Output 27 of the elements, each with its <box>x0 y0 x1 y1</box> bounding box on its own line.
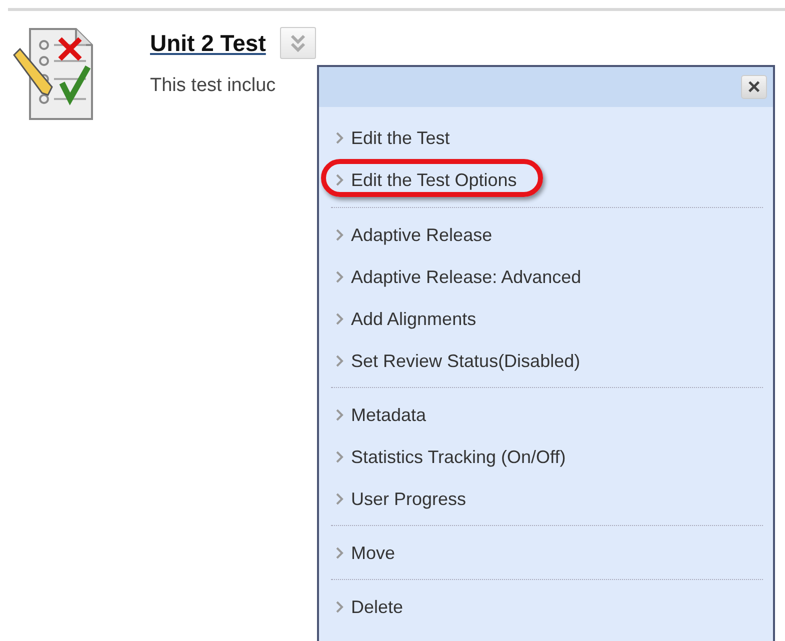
menu-item[interactable]: Adaptive Release <box>331 214 496 256</box>
chevron-icon <box>335 546 345 560</box>
menu-item[interactable]: Delete <box>331 586 408 628</box>
menu-item[interactable]: Edit the Test Options <box>321 159 543 201</box>
test-title-link[interactable]: Unit 2 Test <box>150 30 266 56</box>
chevron-icon <box>335 408 345 422</box>
chevron-icon <box>335 228 345 242</box>
menu-item[interactable]: Statistics Tracking (On/Off) <box>331 436 570 478</box>
double-chevron-icon <box>290 33 306 53</box>
menu-item[interactable]: Metadata <box>331 394 430 436</box>
test-description: This test incluc <box>150 75 277 97</box>
menu-item[interactable]: Adaptive Release: Advanced <box>331 256 586 298</box>
chevron-icon <box>335 354 345 368</box>
menu-item[interactable]: Edit the Test <box>331 117 454 159</box>
chevron-icon <box>335 173 345 187</box>
chevron-icon <box>335 131 345 145</box>
chevron-icon <box>335 312 345 326</box>
chevron-icon <box>335 600 345 614</box>
menu-item[interactable]: Set Review Status(Disabled) <box>331 340 584 382</box>
menu-item[interactable]: Add Alignments <box>331 298 480 340</box>
options-button[interactable] <box>280 27 316 59</box>
chevron-icon <box>335 492 345 506</box>
menu-item[interactable]: Move <box>331 532 400 574</box>
chevron-icon <box>335 270 345 284</box>
chevron-icon <box>335 450 345 464</box>
close-button[interactable]: × <box>741 75 767 99</box>
menu-item[interactable]: User Progress <box>331 478 470 520</box>
